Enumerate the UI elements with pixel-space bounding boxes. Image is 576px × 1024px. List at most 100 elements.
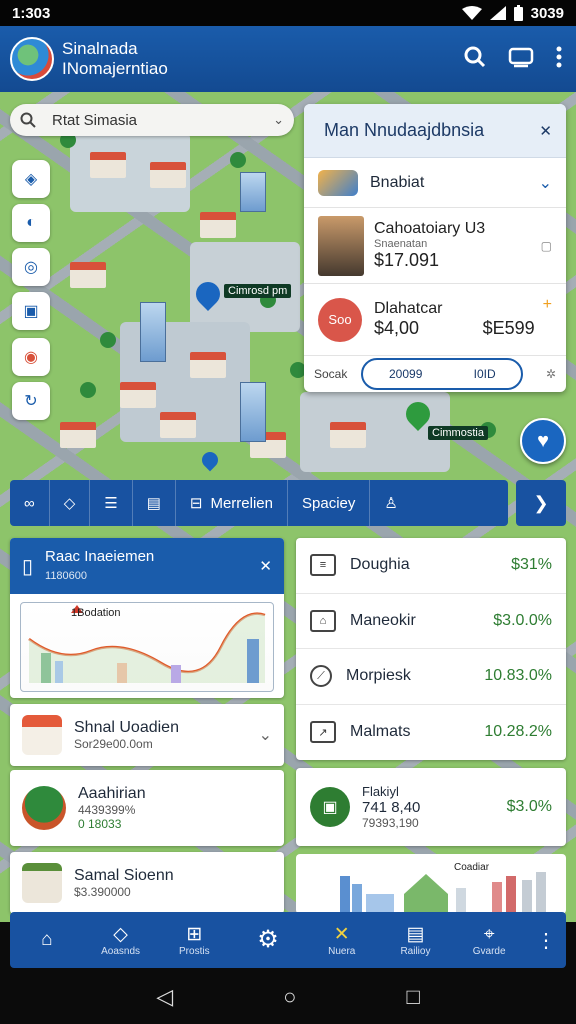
app-title-line1: Sinalnada	[62, 39, 138, 58]
nav-label: Prostis	[179, 945, 210, 957]
stat-label: Morpiesk	[346, 667, 411, 685]
map-icon[interactable]: ▤	[133, 480, 176, 526]
report-subtitle: 1180600	[45, 569, 88, 582]
panel-row-title: Dlahatcar	[374, 300, 443, 317]
nav-settings[interactable]: ⚙	[231, 926, 305, 953]
app-logo	[10, 37, 54, 81]
next-icon[interactable]: ❯	[516, 480, 566, 526]
pill-item-2[interactable]: I0ID	[474, 367, 496, 381]
tools-icon: ✕	[333, 923, 350, 945]
stat-row[interactable]: ≡ Doughia $31%	[296, 538, 566, 594]
close-icon[interactable]: ✕	[259, 557, 272, 575]
map-building	[60, 422, 96, 448]
stat-value: 10.83.0%	[484, 667, 552, 685]
cast-icon[interactable]	[508, 46, 534, 73]
more-vert-icon[interactable]: ⋮	[526, 928, 566, 953]
home-button-icon[interactable]: ○	[283, 984, 296, 1010]
plane-icon	[318, 169, 358, 196]
nav-label: Aoasnds	[101, 945, 141, 957]
close-icon[interactable]: ✕	[539, 122, 552, 140]
status-bar: 1:303 3039	[0, 0, 576, 26]
stat-value: $3.0.0%	[493, 611, 552, 629]
map-building	[120, 382, 156, 408]
refresh-icon[interactable]: ↻	[12, 382, 50, 420]
map-tower	[240, 172, 266, 212]
list-item-title: Aaahirian	[78, 785, 146, 802]
list-item[interactable]: Shnal Uoadien Sor29e00.0om ⌄	[10, 704, 284, 766]
back-icon[interactable]: ◁	[156, 984, 173, 1010]
nav-home[interactable]: ⌂	[10, 929, 84, 951]
map-tower	[240, 382, 266, 442]
map-tree	[80, 382, 96, 398]
diamond-icon[interactable]: ◇	[50, 480, 91, 526]
more-vert-icon[interactable]	[556, 46, 562, 73]
recents-icon[interactable]: □	[406, 984, 419, 1010]
nav-nuera[interactable]: ✕ Nuera	[305, 924, 379, 957]
search-input[interactable]: Rtat Simasia	[52, 112, 137, 129]
settings-icon[interactable]: ✲	[546, 367, 556, 381]
nav-label: Railioy	[400, 945, 431, 957]
chevron-down-icon[interactable]: ⌄	[539, 173, 552, 193]
panel-row-category[interactable]: Bnabiat ⌄	[304, 158, 566, 208]
tab-spaciey[interactable]: Spaciey	[288, 480, 371, 526]
chevron-down-icon[interactable]: ⌄	[273, 112, 284, 128]
stat-row[interactable]: ↗ Malmats 10.28.2%	[296, 705, 566, 761]
favorite-fab[interactable]: ♥	[520, 418, 566, 464]
nav-aoasnds[interactable]: ◇ Aoasnds	[84, 924, 158, 957]
plus-icon[interactable]: +	[543, 296, 552, 314]
location-icon[interactable]: ◎	[12, 248, 50, 286]
link-icon[interactable]: ∞	[10, 480, 50, 526]
panel-row-title: Cahoatoiary U3	[374, 220, 486, 237]
stat-row[interactable]: ⟋ Morpiesk 10.83.0%	[296, 649, 566, 705]
feature-toolbar: ∞ ◇ ☰ ▤ ⊟ Merrelien Spaciey ♙	[10, 480, 508, 526]
price-card[interactable]: ▣ Flakiyl 741 8,40 79393,190 $3.0%	[296, 768, 566, 846]
clipboard-icon: ↗	[310, 721, 336, 744]
compass-icon[interactable]: ◐	[12, 204, 50, 242]
pill-item-1[interactable]: 20099	[389, 367, 422, 381]
stat-row[interactable]: ⌂ Maneokir $3.0.0%	[296, 594, 566, 649]
map-building	[90, 152, 126, 178]
tab-merrelien[interactable]: ⊟ Merrelien	[176, 480, 288, 526]
list-item-sub: 4439399%	[78, 803, 136, 817]
cube-icon[interactable]: ▣	[12, 292, 50, 330]
panel-row-value: $17.091	[374, 250, 440, 270]
panel-title: Man Nnudaajdbnsia	[324, 120, 485, 140]
list-item-value: 0 18033	[78, 817, 122, 831]
list-icon[interactable]: ☰	[90, 480, 133, 526]
report-title: Raac Inaeiemen	[45, 547, 155, 565]
building-icon: ▯	[22, 555, 34, 578]
minus-box-icon: ⊟	[189, 495, 203, 512]
list-item[interactable]: Samal Sioenn $3.390000	[10, 852, 284, 914]
traffic-icon[interactable]: ◉	[12, 338, 50, 376]
gear-icon: ⚙	[257, 926, 279, 953]
map-pin[interactable]	[198, 448, 222, 472]
panel-row-stat[interactable]: Soo Dlahatcar $4,00 $E599 +	[304, 284, 566, 356]
nav-gvarde[interactable]: ⌖ Gvarde	[452, 924, 526, 957]
list-item-sub: Sor29e00.0om	[74, 737, 153, 751]
panel-row-sub: Snaenatan	[374, 238, 428, 250]
list-item[interactable]: Aaahirian 4439399% 0 18033	[10, 770, 284, 846]
layers-icon[interactable]: ◈	[12, 160, 50, 198]
map-icon: ⌖	[483, 923, 495, 945]
map-building	[160, 412, 196, 438]
map-pin-label: Cimrosd pm	[224, 284, 292, 298]
map-tool-column: ◈ ◐ ◎ ▣ ◉ ↻	[12, 160, 50, 426]
user-icon[interactable]: ♙	[370, 480, 411, 526]
nav-railioy[interactable]: ▤ Railioy	[379, 924, 453, 957]
clock-icon: ⟋	[310, 665, 332, 688]
list-item-title: Shnal Uoadien	[74, 719, 179, 736]
search-bar[interactable]: Rtat Simasia ⌄	[10, 104, 294, 136]
search-icon[interactable]	[464, 46, 486, 73]
app-bar: Sinalnada INomajerntiao	[0, 26, 576, 92]
nav-prostis[interactable]: ⊞ Prostis	[157, 924, 231, 957]
briefcase-icon: ▣	[310, 787, 350, 827]
stat-value: $31%	[511, 556, 552, 574]
status-icons: 3039	[461, 5, 564, 22]
home-icon: ⌂	[41, 929, 53, 950]
panel-pill-toggle[interactable]: 20099 I0ID	[361, 358, 524, 390]
panel-row-person[interactable]: Cahoatoiary U3 Snaenatan $17.091 ▢	[304, 208, 566, 284]
museum-icon	[22, 863, 62, 903]
document-icon: ≡	[310, 554, 336, 577]
checkbox-icon[interactable]: ▢	[541, 239, 552, 253]
chevron-down-icon[interactable]: ⌄	[259, 725, 272, 745]
